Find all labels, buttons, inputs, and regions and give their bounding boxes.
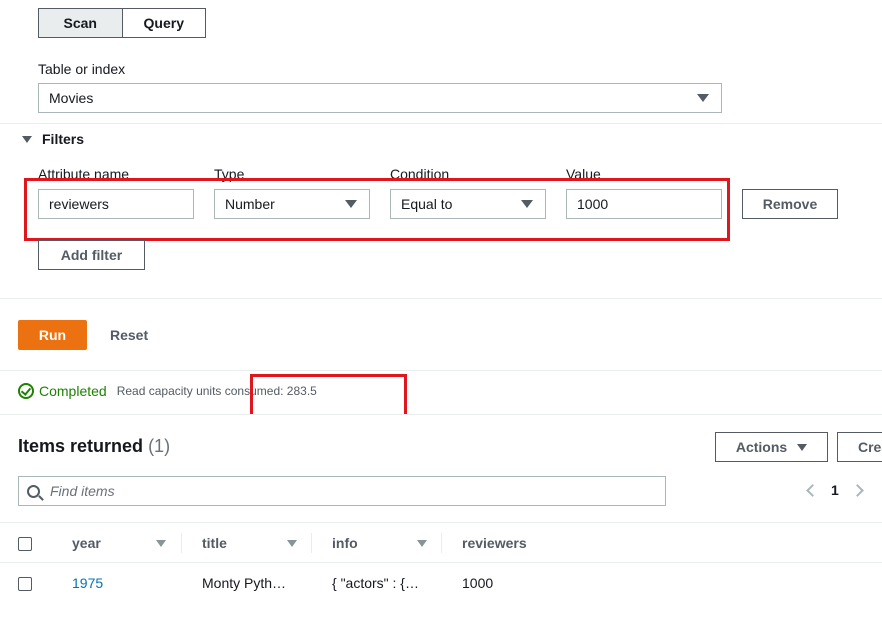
cell-reviewers: 1000	[462, 575, 494, 591]
status-text: Completed	[39, 383, 107, 399]
tab-query[interactable]: Query	[123, 9, 206, 37]
row-checkbox[interactable]	[18, 577, 32, 591]
check-circle-icon	[18, 383, 34, 399]
divider	[0, 298, 882, 299]
divider	[0, 370, 882, 371]
reset-button[interactable]: Reset	[110, 320, 148, 350]
table-index-label: Table or index	[38, 61, 126, 77]
column-header-info[interactable]: info	[332, 535, 358, 551]
annotation-highlight-rcu	[250, 374, 407, 419]
remove-filter-button[interactable]: Remove	[742, 189, 838, 219]
column-header-year[interactable]: year	[72, 535, 101, 551]
add-filter-button[interactable]: Add filter	[38, 240, 145, 270]
divider	[0, 562, 882, 563]
table-index-value: Movies	[49, 90, 94, 106]
chevron-left-icon[interactable]	[806, 483, 819, 497]
pagination: 1	[806, 482, 864, 498]
actions-label: Actions	[735, 439, 788, 455]
column-separator	[311, 533, 312, 553]
caret-down-icon	[697, 94, 709, 102]
scan-query-toggle[interactable]: Scan Query	[38, 8, 206, 38]
column-header-reviewers[interactable]: reviewers	[462, 535, 527, 551]
chevron-right-icon[interactable]	[850, 483, 864, 497]
tab-scan[interactable]: Scan	[39, 9, 123, 37]
find-items-search[interactable]: Find items	[18, 476, 666, 506]
annotation-highlight-filter-row	[24, 178, 730, 241]
cell-title: Monty Pyth…	[202, 575, 287, 591]
caret-down-icon	[797, 443, 808, 451]
column-header-title[interactable]: title	[202, 535, 227, 551]
select-all-checkbox[interactable]	[18, 537, 32, 551]
actions-button[interactable]: Actions	[715, 432, 828, 462]
create-item-button[interactable]: Crea	[837, 432, 882, 462]
divider	[0, 522, 882, 523]
page-number[interactable]: 1	[831, 482, 839, 498]
items-returned-count: (1)	[148, 436, 171, 456]
run-button[interactable]: Run	[18, 320, 87, 350]
items-returned-heading: Items returned (1)	[18, 436, 170, 457]
search-icon	[27, 484, 40, 498]
filters-label: Filters	[42, 131, 85, 147]
cell-info: { "actors" : {…	[332, 575, 419, 591]
expand-triangle-icon	[22, 135, 32, 143]
items-returned-title: Items returned	[18, 436, 144, 456]
sort-caret-icon[interactable]	[287, 540, 297, 547]
sort-caret-icon[interactable]	[156, 540, 166, 547]
divider	[0, 123, 882, 124]
column-separator	[441, 533, 442, 553]
filters-toggle[interactable]: Filters	[22, 131, 84, 147]
search-placeholder: Find items	[50, 483, 115, 499]
column-separator	[181, 533, 182, 553]
cell-year-link[interactable]: 1975	[72, 575, 103, 591]
table-index-select[interactable]: Movies	[38, 83, 722, 113]
sort-caret-icon[interactable]	[417, 540, 427, 547]
